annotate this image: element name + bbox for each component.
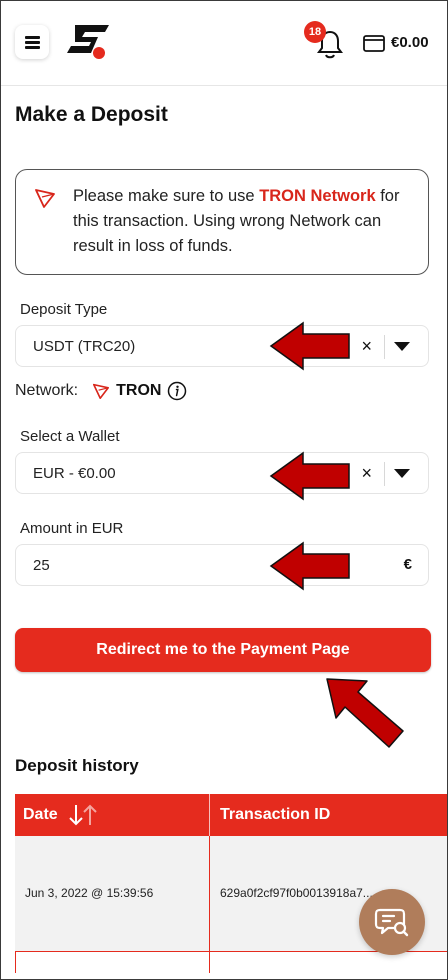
amount-label: Amount in EUR	[20, 520, 124, 537]
redirect-to-payment-button[interactable]: Redirect me to the Payment Page	[15, 628, 431, 672]
amount-input[interactable]: 25 €	[15, 544, 429, 586]
column-divider	[209, 794, 210, 836]
tron-icon	[35, 189, 55, 208]
annotation-arrow-left-icon	[269, 451, 350, 501]
info-icon[interactable]	[167, 381, 187, 401]
deposit-type-label: Deposit Type	[20, 301, 108, 318]
sort-icon[interactable]	[66, 803, 100, 827]
deposit-type-value: USDT (TRC20)	[33, 338, 136, 355]
tron-icon	[93, 383, 110, 399]
annotation-arrow-left-icon	[269, 541, 350, 591]
balance-amount[interactable]: €0.00	[391, 34, 429, 51]
notice-text: Please make sure to use TRON Network for…	[73, 187, 400, 255]
chevron-down-icon[interactable]	[394, 342, 410, 351]
network-label: Network:	[15, 382, 79, 399]
column-header-transaction-id[interactable]: Transaction ID	[220, 794, 330, 836]
annotation-arrow-left-icon	[269, 321, 350, 371]
select-separator	[384, 335, 385, 359]
hamburger-menu-button[interactable]	[15, 25, 49, 59]
cell-date: Jun 3, 2022 @ 15:39:56	[25, 886, 154, 900]
wallet-select[interactable]: EUR - €0.00 ×	[15, 452, 429, 494]
select-separator	[384, 462, 385, 486]
clear-deposit-type-button[interactable]: ×	[361, 336, 372, 357]
clear-wallet-button[interactable]: ×	[361, 463, 372, 484]
annotation-arrow-up-left-icon	[326, 678, 404, 748]
notification-badge: 18	[304, 21, 326, 43]
column-divider	[209, 836, 210, 973]
amount-value[interactable]: 25	[33, 557, 50, 574]
wallet-label: Select a Wallet	[20, 428, 120, 445]
network-name: TRON	[116, 382, 162, 399]
tron-network-notice: Please make sure to use TRON Network for…	[15, 169, 429, 275]
top-bar: 18 €0.00	[1, 1, 447, 86]
table-header: Date Transaction ID	[15, 794, 447, 836]
chevron-down-icon[interactable]	[394, 469, 410, 478]
chat-support-button[interactable]	[359, 889, 425, 955]
app-frame: 18 €0.00 Make a Deposit Please make sure…	[0, 0, 448, 980]
page-title: Make a Deposit	[15, 103, 168, 126]
chat-search-icon	[374, 908, 409, 937]
deposit-history-title: Deposit history	[15, 756, 139, 775]
currency-symbol: €	[403, 556, 412, 573]
deposit-type-select[interactable]: USDT (TRC20) ×	[15, 325, 429, 367]
wallet-value: EUR - €0.00	[33, 465, 116, 482]
network-row: Network: TRON	[15, 379, 187, 403]
wallet-icon[interactable]	[363, 34, 385, 52]
brand-logo[interactable]	[65, 23, 113, 61]
column-header-date[interactable]: Date	[23, 794, 100, 836]
notice-highlight: TRON Network	[259, 187, 376, 205]
cell-transaction-id: 629a0f2cf97f0b0013918a7...	[220, 886, 373, 900]
